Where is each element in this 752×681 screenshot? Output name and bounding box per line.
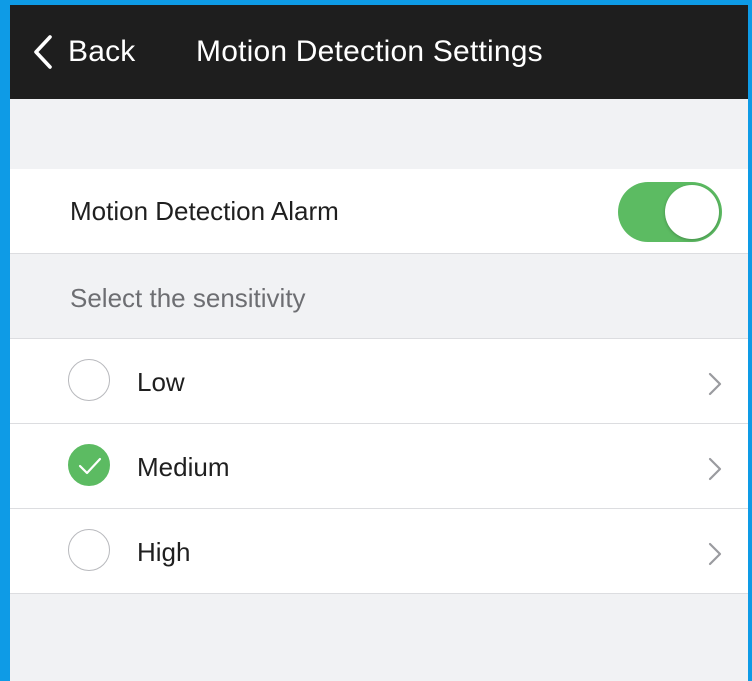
motion-alarm-label: Motion Detection Alarm (70, 196, 339, 226)
chevron-left-icon (32, 34, 54, 70)
sensitivity-option-medium[interactable]: Medium (10, 424, 748, 509)
radio-unchecked-icon[interactable] (68, 529, 110, 571)
option-label: Low (137, 367, 185, 397)
toggle-knob (665, 185, 719, 239)
motion-alarm-toggle[interactable] (618, 182, 722, 242)
option-label: High (137, 537, 191, 567)
sensitivity-section-header: Select the sensitivity (70, 283, 306, 313)
screen: Back Motion Detection Settings Motion De… (10, 5, 748, 681)
checkmark-icon (78, 457, 102, 475)
motion-alarm-row: Motion Detection Alarm (10, 169, 748, 254)
chevron-right-icon (708, 457, 722, 486)
sensitivity-options-list: Low Medium High (10, 338, 748, 594)
option-label: Medium (137, 452, 230, 482)
back-label: Back (68, 35, 136, 68)
chevron-right-icon (708, 372, 722, 401)
sensitivity-option-low[interactable]: Low (10, 339, 748, 424)
chevron-right-icon (708, 542, 722, 571)
navigation-bar: Back Motion Detection Settings (10, 5, 748, 99)
radio-checked-icon[interactable] (68, 444, 110, 486)
radio-unchecked-icon[interactable] (68, 359, 110, 401)
page-title: Motion Detection Settings (196, 35, 543, 68)
sensitivity-option-high[interactable]: High (10, 509, 748, 594)
back-button[interactable]: Back (32, 29, 136, 75)
